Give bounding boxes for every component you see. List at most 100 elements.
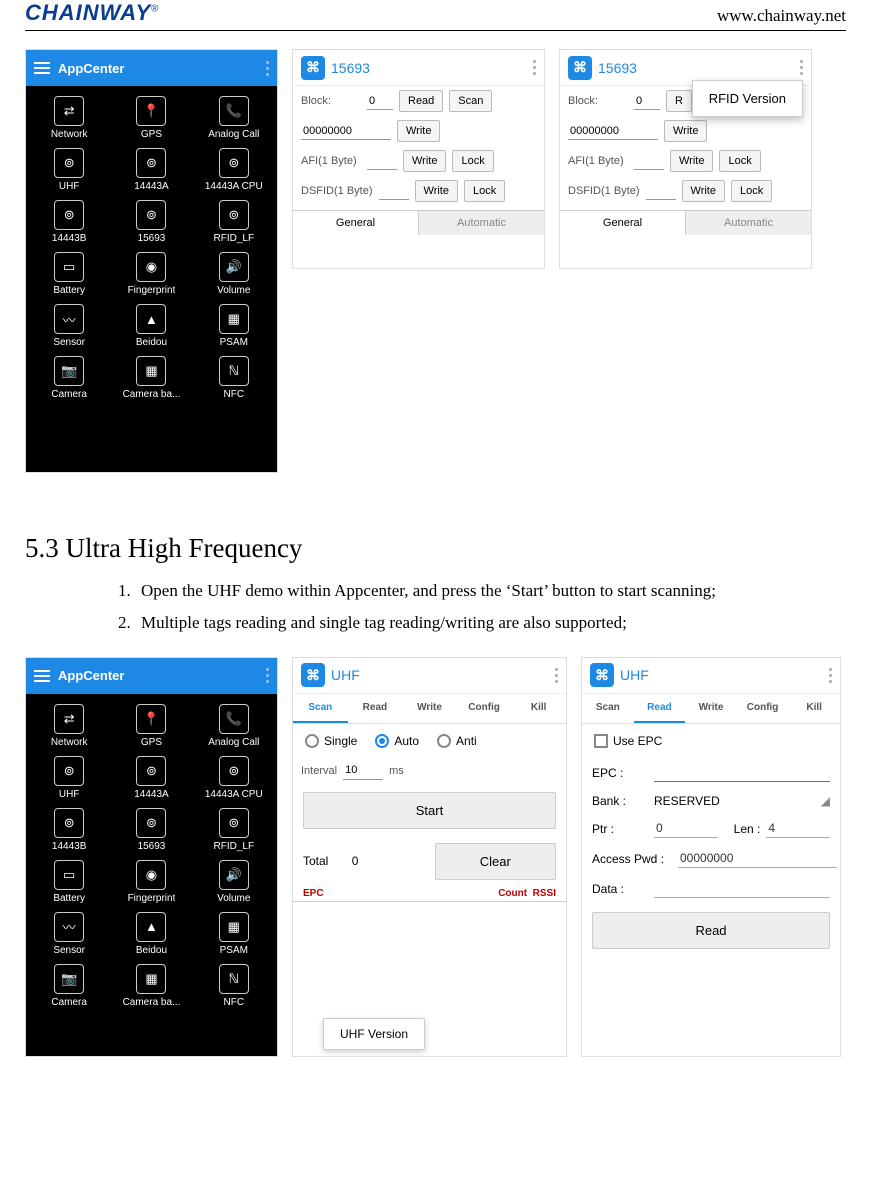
appcenter-item[interactable]: 📍GPS	[110, 700, 192, 752]
block-input[interactable]	[634, 92, 660, 110]
tab-scan[interactable]: Scan	[293, 694, 348, 723]
data-input[interactable]	[568, 122, 658, 140]
afi-lock-button[interactable]: Lock	[719, 150, 760, 172]
afi-lock-button[interactable]: Lock	[452, 150, 493, 172]
read-button[interactable]: Read	[399, 90, 443, 112]
appcenter-item[interactable]: ⊚UHF	[28, 752, 110, 804]
appcenter-item[interactable]: ⊚RFID_LF	[193, 196, 275, 248]
tab-write[interactable]: Write	[402, 694, 457, 723]
appcenter-item[interactable]: ⊚14443A CPU	[193, 144, 275, 196]
appcenter-item[interactable]: ⇄Network	[28, 92, 110, 144]
radio-single[interactable]: Single	[305, 734, 357, 748]
appcenter-item[interactable]: ⊚UHF	[28, 144, 110, 196]
ptr-input[interactable]	[654, 820, 718, 838]
epc-input[interactable]	[654, 764, 830, 782]
tab-read[interactable]: Read	[634, 694, 686, 723]
appcenter-item[interactable]: 〰Sensor	[28, 908, 110, 960]
appcenter-item[interactable]: 📞Analog Call	[193, 92, 275, 144]
appcenter-item[interactable]: ⊚RFID_LF	[193, 804, 275, 856]
len-input[interactable]	[766, 820, 830, 838]
tab-automatic[interactable]: Automatic	[685, 211, 811, 235]
radio-auto[interactable]: Auto	[375, 734, 419, 748]
block-input[interactable]	[367, 92, 393, 110]
appcenter-item[interactable]: ▦PSAM	[193, 300, 275, 352]
appcenter-item[interactable]: ▭Battery	[28, 248, 110, 300]
overflow-icon[interactable]	[829, 668, 832, 683]
appcenter-item[interactable]: ℕNFC	[193, 960, 275, 1012]
pwd-input[interactable]	[678, 850, 837, 868]
tab-automatic[interactable]: Automatic	[418, 211, 544, 235]
tab-general[interactable]: General	[293, 211, 418, 235]
tab-general[interactable]: General	[560, 211, 685, 235]
appcenter-item[interactable]: ⊚14443B	[28, 804, 110, 856]
overflow-icon[interactable]	[266, 61, 269, 76]
afi-write-button[interactable]: Write	[670, 150, 713, 172]
overflow-icon[interactable]	[533, 60, 536, 75]
afi-input[interactable]	[634, 152, 664, 170]
read-button[interactable]: R	[666, 90, 692, 112]
tab-scan[interactable]: Scan	[582, 694, 634, 723]
appcenter-item[interactable]: ⊚14443B	[28, 196, 110, 248]
appcenter-item[interactable]: 📞Analog Call	[193, 700, 275, 752]
uhf-version-menu[interactable]: UHF Version	[323, 1018, 425, 1050]
data-input[interactable]	[654, 880, 830, 898]
overflow-icon[interactable]	[800, 60, 803, 75]
hamburger-icon[interactable]	[34, 62, 50, 74]
tab-write[interactable]: Write	[685, 694, 737, 723]
appcenter-item[interactable]: 🔊Volume	[193, 856, 275, 908]
appcenter-item[interactable]: 🔊Volume	[193, 248, 275, 300]
appcenter-item[interactable]: ◉Fingerprint	[110, 248, 192, 300]
appcenter-item[interactable]: 📷Camera	[28, 352, 110, 404]
dsfid-lock-button[interactable]: Lock	[731, 180, 772, 202]
dsfid-write-button[interactable]: Write	[415, 180, 458, 202]
tab-kill[interactable]: Kill	[511, 694, 566, 723]
dropdown-icon[interactable]: ◢	[821, 794, 830, 808]
appcenter-item[interactable]: ⊚14443A	[110, 752, 192, 804]
rfid-version-menu[interactable]: RFID Version	[692, 80, 803, 117]
write-button[interactable]: Write	[397, 120, 440, 142]
afi-input[interactable]	[367, 152, 397, 170]
app-icon: ⌘	[568, 56, 592, 80]
hamburger-icon[interactable]	[34, 670, 50, 682]
block-label: Block:	[301, 95, 361, 107]
scan-button[interactable]: Scan	[449, 90, 492, 112]
appcenter-item[interactable]: ⊚14443A CPU	[193, 752, 275, 804]
overflow-icon[interactable]	[266, 668, 269, 683]
read-button[interactable]: Read	[592, 912, 830, 949]
appcenter-item[interactable]: 📍GPS	[110, 92, 192, 144]
tab-kill[interactable]: Kill	[788, 694, 840, 723]
appcenter-item[interactable]: ▦PSAM	[193, 908, 275, 960]
appcenter-item[interactable]: ◉Fingerprint	[110, 856, 192, 908]
afi-write-button[interactable]: Write	[403, 150, 446, 172]
appcenter-item[interactable]: ▲Beidou	[110, 300, 192, 352]
tab-read[interactable]: Read	[348, 694, 403, 723]
appcenter-item[interactable]: ⊚15693	[110, 196, 192, 248]
appcenter-item[interactable]: 📷Camera	[28, 960, 110, 1012]
use-epc-checkbox[interactable]: Use EPC	[594, 734, 662, 748]
dsfid-input[interactable]	[379, 182, 409, 200]
data-input[interactable]	[301, 122, 391, 140]
write-button[interactable]: Write	[664, 120, 707, 142]
clear-button[interactable]: Clear	[435, 843, 556, 880]
radio-anti[interactable]: Anti	[437, 734, 477, 748]
appcenter-item[interactable]: ▦Camera ba...	[110, 960, 192, 1012]
appcenter-item[interactable]: ⊚14443A	[110, 144, 192, 196]
appcenter-item[interactable]: ⇄Network	[28, 700, 110, 752]
app-label: NFC	[224, 389, 245, 400]
interval-input[interactable]	[343, 762, 383, 780]
start-button[interactable]: Start	[303, 792, 556, 829]
appcenter-item[interactable]: 〰Sensor	[28, 300, 110, 352]
appcenter-item[interactable]: ℕNFC	[193, 352, 275, 404]
dsfid-write-button[interactable]: Write	[682, 180, 725, 202]
tab-config[interactable]: Config	[457, 694, 512, 723]
dsfid-input[interactable]	[646, 182, 676, 200]
app-icon: ⌘	[301, 56, 325, 80]
bank-value[interactable]: RESERVED	[654, 794, 815, 808]
overflow-icon[interactable]	[555, 668, 558, 683]
dsfid-lock-button[interactable]: Lock	[464, 180, 505, 202]
appcenter-item[interactable]: ▦Camera ba...	[110, 352, 192, 404]
tab-config[interactable]: Config	[737, 694, 789, 723]
appcenter-item[interactable]: ▭Battery	[28, 856, 110, 908]
appcenter-item[interactable]: ⊚15693	[110, 804, 192, 856]
appcenter-item[interactable]: ▲Beidou	[110, 908, 192, 960]
